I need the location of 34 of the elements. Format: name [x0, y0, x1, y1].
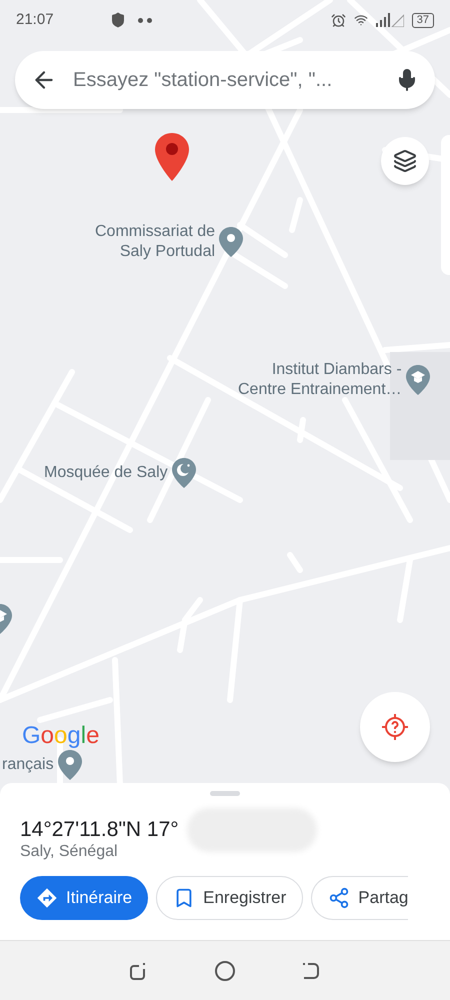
my-location-button[interactable] — [360, 692, 430, 762]
alarm-icon — [330, 12, 346, 28]
google-logo: Google — [22, 721, 100, 751]
place-label[interactable]: Commissariat de Saly Portudal — [95, 222, 216, 262]
locality-text: Saly, Sénégal — [20, 842, 119, 862]
place-label[interactable]: Mosquée de Saly — [44, 463, 168, 483]
place-label[interactable]: rançais — [2, 755, 54, 775]
share-icon — [328, 887, 350, 909]
search-field[interactable]: Essayez "station-service", "... — [15, 51, 435, 109]
directions-button[interactable]: Itinéraire — [20, 876, 148, 920]
map-pin-icon — [58, 750, 82, 780]
back-icon[interactable] — [301, 960, 322, 980]
share-button[interactable]: Partag — [311, 876, 408, 920]
clock-time: 21:07 — [16, 10, 54, 30]
map[interactable]: 21:07 37 Essayez "station-service", "... Commissariat de Saly Portudal Institut Diambars - Centre Entrainement… Mosquée de Saly Google rançais — [0, 0, 450, 785]
layers-icon — [393, 149, 417, 173]
location-help-icon — [381, 713, 409, 741]
directions-icon — [36, 887, 58, 909]
signal-icon — [376, 13, 404, 27]
home-icon[interactable] — [214, 960, 236, 982]
shield-icon — [110, 12, 126, 28]
coordinates-title: 14°27'11.8"N 17° — [20, 817, 179, 844]
more-notifications-icon — [138, 18, 152, 22]
crescent-pin-icon — [172, 458, 196, 488]
drag-handle[interactable] — [210, 791, 240, 796]
graduation-cap-pin-icon — [406, 365, 430, 395]
layers-button[interactable] — [381, 137, 429, 185]
save-button[interactable]: Enregistrer — [156, 876, 304, 920]
wifi-icon — [354, 13, 368, 27]
map-pin-icon — [219, 227, 244, 257]
location-marker-icon — [155, 133, 189, 181]
battery-level: 37 — [412, 12, 434, 28]
search-input[interactable]: Essayez "station-service", "... — [73, 65, 379, 95]
place-label[interactable]: Institut Diambars - Centre Entrainement… — [238, 360, 402, 400]
